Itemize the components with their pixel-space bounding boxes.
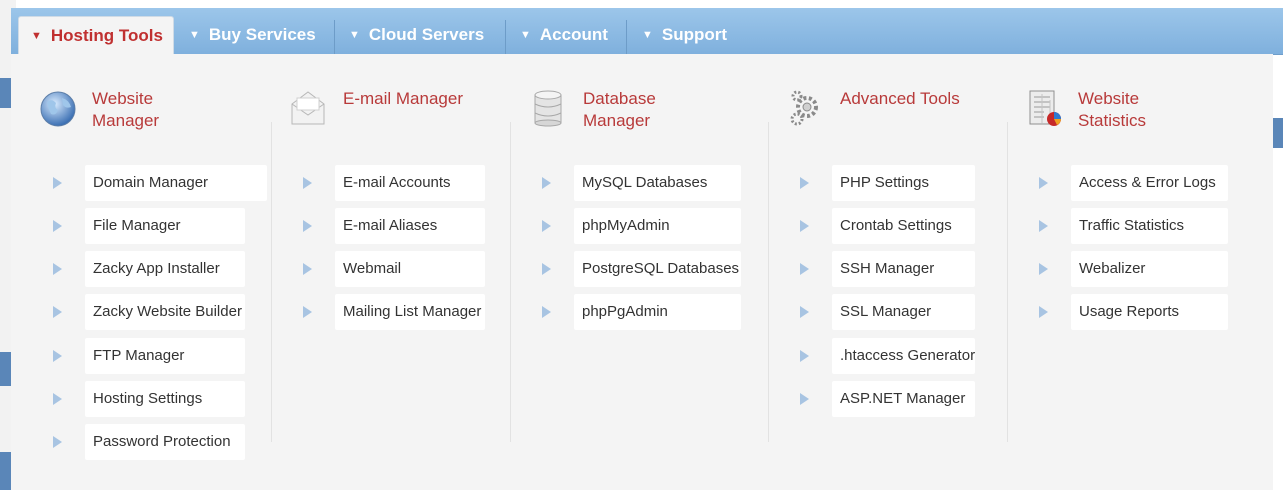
bullet-arrow-icon	[1039, 220, 1048, 232]
bullet-arrow-icon	[542, 220, 551, 232]
tab-hosting-tools[interactable]: ▼ Hosting Tools	[18, 16, 174, 54]
bullet-arrow-icon	[800, 263, 809, 275]
menu-item-label[interactable]: phpPgAdmin	[574, 294, 741, 330]
title-line: Website	[92, 89, 154, 108]
tab-label: Cloud Servers	[368, 25, 485, 44]
menu-item-label[interactable]: Access & Error Logs	[1071, 165, 1228, 201]
column-title[interactable]: Advanced Tools	[840, 88, 1000, 110]
column-title[interactable]: E-mail Manager	[343, 88, 503, 110]
menu-item-label[interactable]: MySQL Databases	[574, 165, 741, 201]
tab-divider	[626, 20, 627, 54]
tab-divider	[505, 20, 506, 54]
tab-label: Buy Services	[208, 25, 316, 44]
dropdown-arrow-icon: ▼	[520, 29, 531, 41]
tab-cloud-servers[interactable]: ▼ Cloud Servers	[349, 16, 484, 54]
menu-item-label[interactable]: ASP.NET Manager	[832, 381, 975, 417]
title-line: Database	[583, 89, 656, 108]
dropdown-arrow-icon: ▼	[349, 29, 360, 41]
bullet-arrow-icon	[303, 263, 312, 275]
bullet-arrow-icon	[303, 177, 312, 189]
bullet-arrow-icon	[53, 393, 62, 405]
menu-item-label[interactable]: Usage Reports	[1071, 294, 1228, 330]
menu-item-label[interactable]: FTP Manager	[85, 338, 245, 374]
menu-item-label[interactable]: PostgreSQL Databases	[574, 251, 741, 287]
menu-item-label[interactable]: File Manager	[85, 208, 245, 244]
bullet-arrow-icon	[1039, 177, 1048, 189]
background-header-strip	[1273, 118, 1283, 148]
envelope-icon	[288, 88, 328, 128]
bullet-arrow-icon	[800, 177, 809, 189]
menu-item-label[interactable]: .htaccess Generator	[832, 338, 975, 374]
bullet-arrow-icon	[800, 393, 809, 405]
bullet-arrow-icon	[800, 350, 809, 362]
stats-report-icon	[1026, 88, 1066, 128]
menu-item-label[interactable]: Hosting Settings	[85, 381, 245, 417]
menu-item-label[interactable]: Domain Manager	[85, 165, 267, 201]
bullet-arrow-icon	[53, 436, 62, 448]
menu-item-label[interactable]: SSH Manager	[832, 251, 975, 287]
database-icon	[528, 88, 568, 128]
menu-item-label[interactable]: E-mail Aliases	[335, 208, 485, 244]
tab-buy-services[interactable]: ▼ Buy Services	[189, 16, 316, 54]
menu-item-label[interactable]: Zacky Website Builder	[85, 294, 245, 330]
tab-divider	[334, 20, 335, 54]
column-divider	[271, 122, 272, 442]
menu-item-label[interactable]: Zacky App Installer	[85, 251, 245, 287]
column-title[interactable]: Website Manager	[92, 88, 252, 132]
title-line: Manager	[92, 111, 160, 130]
bullet-arrow-icon	[800, 306, 809, 318]
bullet-arrow-icon	[1039, 306, 1048, 318]
column-title[interactable]: Database Manager	[583, 88, 743, 132]
column-divider	[1007, 122, 1008, 442]
tab-label: Support	[661, 25, 728, 44]
menu-item-label[interactable]: E-mail Accounts	[335, 165, 485, 201]
dropdown-arrow-icon: ▼	[189, 29, 200, 41]
column-divider	[510, 122, 511, 442]
column-title[interactable]: Website Statistics	[1078, 88, 1238, 132]
menu-item-label[interactable]: Webalizer	[1071, 251, 1228, 287]
menu-item-label[interactable]: phpMyAdmin	[574, 208, 741, 244]
bullet-arrow-icon	[303, 220, 312, 232]
menu-item-label[interactable]: PHP Settings	[832, 165, 975, 201]
tab-support[interactable]: ▼ Support	[642, 16, 727, 54]
column-divider	[768, 122, 769, 442]
title-line: Statistics	[1078, 111, 1147, 130]
title-line: Website	[1078, 89, 1140, 108]
tab-label: Account	[539, 25, 608, 44]
globe-icon	[38, 88, 78, 128]
menu-item-label[interactable]: Mailing List Manager	[335, 294, 485, 330]
title-line: Manager	[583, 111, 651, 130]
menu-item-label[interactable]: Webmail	[335, 251, 485, 287]
bullet-arrow-icon	[53, 306, 62, 318]
bullet-arrow-icon	[53, 263, 62, 275]
menu-item-label[interactable]: SSL Manager	[832, 294, 975, 330]
dropdown-arrow-icon: ▼	[31, 30, 42, 42]
bullet-arrow-icon	[542, 263, 551, 275]
main-menu-bar: ▼ Hosting Tools ▼ Buy Services ▼ Cloud Serv…	[11, 8, 1283, 55]
bullet-arrow-icon	[53, 220, 62, 232]
bullet-arrow-icon	[800, 220, 809, 232]
menu-item-label[interactable]: Traffic Statistics	[1071, 208, 1228, 244]
tab-label: Hosting Tools	[50, 26, 163, 45]
menu-item-label[interactable]: Password Protection	[85, 424, 245, 460]
bullet-arrow-icon	[542, 306, 551, 318]
menu-item-label[interactable]: Crontab Settings	[832, 208, 975, 244]
bullet-arrow-icon	[1039, 263, 1048, 275]
title-line: Advanced Tools	[840, 89, 960, 108]
bullet-arrow-icon	[53, 177, 62, 189]
tab-account[interactable]: ▼ Account	[520, 16, 608, 54]
hosting-tools-dropdown-panel: Website Manager Domain Manager File Mana…	[11, 54, 1273, 490]
dropdown-arrow-icon: ▼	[642, 29, 653, 41]
bullet-arrow-icon	[53, 350, 62, 362]
bullet-arrow-icon	[542, 177, 551, 189]
bullet-arrow-icon	[303, 306, 312, 318]
title-line: E-mail Manager	[343, 89, 463, 108]
gears-icon	[785, 88, 825, 128]
